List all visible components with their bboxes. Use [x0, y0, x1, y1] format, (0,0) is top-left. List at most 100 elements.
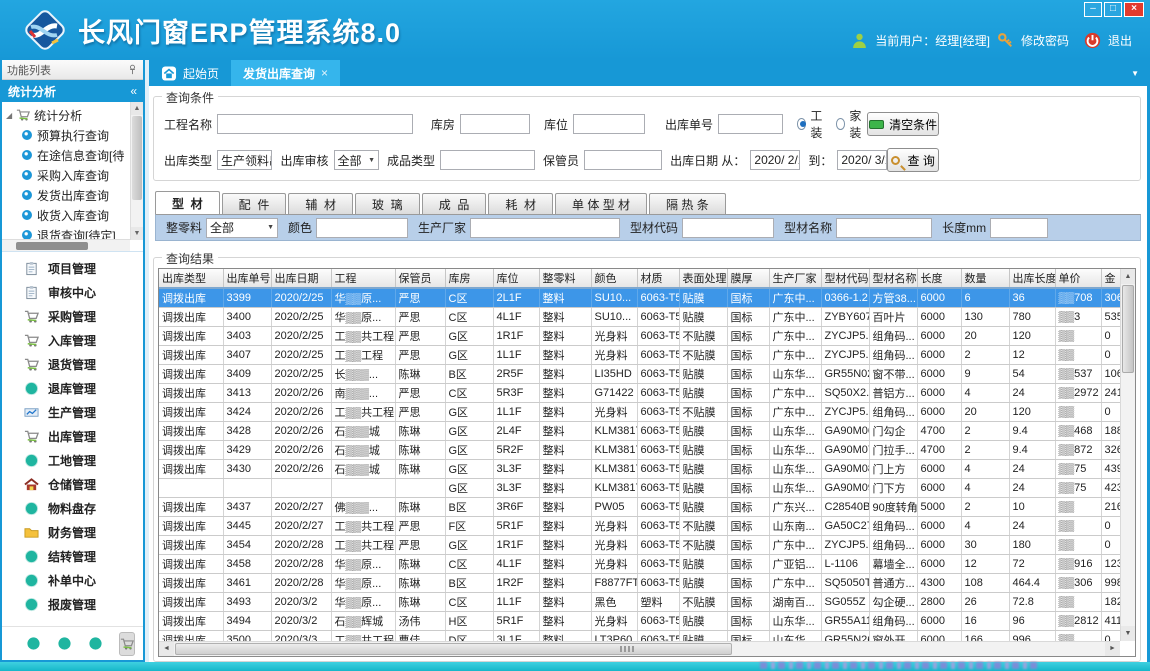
pin-icon[interactable]: [127, 64, 138, 75]
scrollbar-thumb[interactable]: [1122, 285, 1134, 373]
column-header[interactable]: 生产厂家: [769, 269, 821, 288]
sidebar-item-退货管理[interactable]: 退货管理: [2, 352, 143, 376]
column-header[interactable]: 保管员: [395, 269, 445, 288]
material-tab[interactable]: 耗 材: [488, 193, 553, 214]
column-header[interactable]: 颜色: [591, 269, 637, 288]
warehouse-input[interactable]: [460, 114, 530, 134]
table-row[interactable]: 调拨出库34932020/3/2华▒▒原...陈琳C区1L1F整料黑色塑料不贴膜…: [159, 592, 1120, 611]
tree-item[interactable]: 预算执行查询: [6, 125, 143, 145]
outbound-audit-select[interactable]: 全部: [334, 150, 380, 170]
cart-toolbar-button[interactable]: [119, 632, 135, 656]
maximize-icon[interactable]: [1104, 2, 1122, 17]
tree-horizontal-scrollbar[interactable]: [2, 239, 130, 251]
material-tab[interactable]: 成 品: [422, 193, 487, 214]
date-to-picker[interactable]: 2020/ 3/16: [837, 150, 887, 170]
sidebar-item-审核中心[interactable]: 审核中心: [2, 280, 143, 304]
logout-button[interactable]: 退出: [1108, 32, 1132, 49]
material-tab[interactable]: 配 件: [222, 193, 287, 214]
project-name-input[interactable]: [217, 114, 413, 134]
column-header[interactable]: 整零料: [539, 269, 591, 288]
column-header[interactable]: 数量: [961, 269, 1009, 288]
table-row[interactable]: 调拨出库34292020/2/26石▒▒▒城陈琳G区5R2F整料KLM38176…: [159, 440, 1120, 459]
scroll-down-icon[interactable]: [1121, 626, 1135, 641]
column-header[interactable]: 库房: [445, 269, 493, 288]
outbound-order-input[interactable]: [718, 114, 783, 134]
grid-horizontal-scrollbar[interactable]: [159, 641, 1120, 656]
tree-item[interactable]: 发货出库查询: [6, 185, 143, 205]
date-from-picker[interactable]: 2020/ 2/16: [750, 150, 800, 170]
scroll-left-icon[interactable]: [159, 642, 174, 656]
collapse-icon[interactable]: [130, 84, 137, 98]
search-button[interactable]: 查 询: [887, 148, 939, 172]
sidebar-item-项目管理[interactable]: 项目管理: [2, 256, 143, 280]
table-row[interactable]: 调拨出库34452020/2/27工▒▒共工程严思F区5R1F整料光身料6063…: [159, 516, 1120, 535]
clear-conditions-button[interactable]: 清空条件: [867, 112, 939, 136]
tree-item[interactable]: 收货入库查询: [6, 205, 143, 225]
column-header[interactable]: 型材名称: [869, 269, 917, 288]
close-icon[interactable]: [1124, 2, 1144, 17]
radio-industrial[interactable]: 工装: [797, 107, 828, 141]
table-row[interactable]: 调拨出库34372020/2/27佛▒▒▒...陈琳B区3R6F整料PW0560…: [159, 497, 1120, 516]
column-header[interactable]: 出库长度: [1009, 269, 1055, 288]
change-password-button[interactable]: 修改密码: [1021, 32, 1069, 49]
color-input[interactable]: [316, 218, 408, 238]
material-tab[interactable]: 辅 材: [288, 193, 353, 214]
table-row[interactable]: G区3L3F整料KLM38176063-T5贴膜国标山东华...GA90M09.…: [159, 478, 1120, 497]
outbound-type-select[interactable]: 生产领料出库: [217, 150, 272, 170]
column-header[interactable]: 出库日期: [271, 269, 331, 288]
table-row[interactable]: 调拨出库34032020/2/25工▒▒共工程严思G区1R1F整料光身料6063…: [159, 326, 1120, 345]
table-row[interactable]: 调拨出库34542020/2/28工▒▒共工程严思G区1R1F整料光身料6063…: [159, 535, 1120, 554]
table-row[interactable]: 调拨出库34002020/2/25华▒▒原...严思C区4L1F整料SU10..…: [159, 307, 1120, 326]
scrollbar-thumb[interactable]: [16, 242, 88, 250]
sidebar-item-物料盘存[interactable]: 物料盘存: [2, 496, 143, 520]
sidebar-item-报废管理[interactable]: 报废管理: [2, 592, 143, 616]
table-row[interactable]: 调拨出库34612020/2/28华▒▒原...陈琳B区1R2F整料F8877F…: [159, 573, 1120, 592]
table-row[interactable]: 调拨出库34072020/2/25工▒▒工程严思G区1L1F整料光身料6063-…: [159, 345, 1120, 364]
scrollbar-thumb[interactable]: [132, 116, 142, 200]
sidebar-item-结转管理[interactable]: 结转管理: [2, 544, 143, 568]
tree-root-statistics[interactable]: 统计分析: [6, 105, 143, 125]
sidebar-section-statistics[interactable]: 统计分析: [2, 80, 143, 102]
circle-icon[interactable]: [57, 636, 72, 651]
profile-code-input[interactable]: [682, 218, 774, 238]
scroll-right-icon[interactable]: [1105, 642, 1120, 656]
material-tab[interactable]: 型 材: [155, 191, 220, 214]
whole-piece-select[interactable]: 全部: [206, 218, 278, 238]
scroll-up-icon[interactable]: [1121, 269, 1135, 284]
radio-home-deco[interactable]: 家装: [836, 107, 867, 141]
tab-shipping-outbound-query[interactable]: 发货出库查询: [231, 60, 340, 86]
tree-item[interactable]: 在途信息查询[待: [6, 145, 143, 165]
column-header[interactable]: 工程: [331, 269, 395, 288]
scrollbar-thumb[interactable]: [175, 643, 732, 655]
close-tab-icon[interactable]: [321, 66, 328, 80]
sidebar-item-仓储管理[interactable]: 仓储管理: [2, 472, 143, 496]
location-input[interactable]: [573, 114, 645, 134]
tree-item[interactable]: 采购入库查询: [6, 165, 143, 185]
column-header[interactable]: 膜厚: [727, 269, 769, 288]
table-row[interactable]: 调拨出库34132020/2/26南▒▒▒...严思C区5R3F整料G71422…: [159, 383, 1120, 402]
column-header[interactable]: 出库类型: [159, 269, 223, 288]
scroll-down-icon[interactable]: [131, 227, 143, 240]
material-tab[interactable]: 单 体 型 材: [555, 193, 647, 214]
column-header[interactable]: 单价: [1055, 269, 1101, 288]
tab-list-dropdown-icon[interactable]: [1131, 69, 1139, 78]
tree-vertical-scrollbar[interactable]: [130, 102, 143, 240]
table-row[interactable]: 调拨出库34582020/2/28华▒▒原...陈琳C区4L1F整料光身料606…: [159, 554, 1120, 573]
circle-icon[interactable]: [26, 636, 41, 651]
column-header[interactable]: 库位: [493, 269, 539, 288]
sidebar-item-采购管理[interactable]: 采购管理: [2, 304, 143, 328]
table-row[interactable]: 调拨出库34242020/2/26工▒▒共工程严思G区1L1F整料光身料6063…: [159, 402, 1120, 421]
circle-icon[interactable]: [88, 636, 103, 651]
column-header[interactable]: 金: [1101, 269, 1120, 288]
sidebar-item-出库管理[interactable]: 出库管理: [2, 424, 143, 448]
table-row[interactable]: 调拨出库33992020/2/25华▒▒原...严思C区2L1F整料SU10..…: [159, 288, 1120, 307]
sidebar-item-入库管理[interactable]: 入库管理: [2, 328, 143, 352]
material-tab[interactable]: 隔 热 条: [649, 193, 726, 214]
sidebar-item-生产管理[interactable]: 生产管理: [2, 400, 143, 424]
table-row[interactable]: 调拨出库35002020/3/3工▒▒共工程曹佳D区3L1F整料LT3P6060…: [159, 630, 1120, 641]
column-header[interactable]: 材质: [637, 269, 679, 288]
tab-home[interactable]: 起始页: [149, 60, 231, 86]
column-header[interactable]: 表面处理: [679, 269, 727, 288]
grid-vertical-scrollbar[interactable]: [1120, 269, 1135, 641]
sidebar-item-工地管理[interactable]: 工地管理: [2, 448, 143, 472]
